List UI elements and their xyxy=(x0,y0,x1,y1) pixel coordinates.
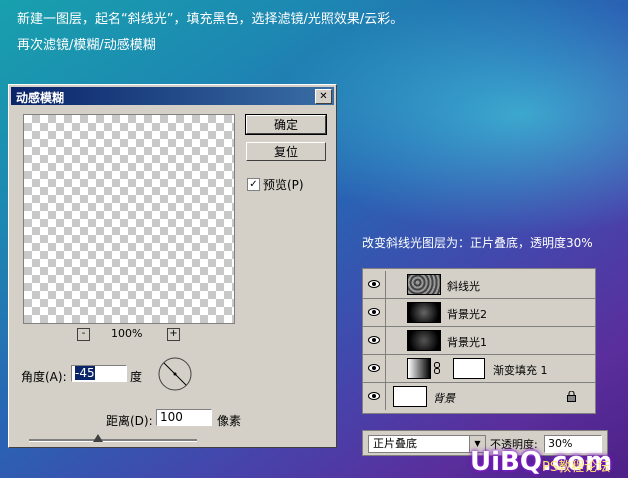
layers-panel: 斜线光 背景光2 背景光1 渐变填充 1 背景 xyxy=(362,268,596,414)
zoom-out-button[interactable]: - xyxy=(77,328,90,341)
layer-thumbnail xyxy=(407,302,441,323)
preview-canvas[interactable] xyxy=(23,114,235,324)
layer-name: 渐变填充 1 xyxy=(493,364,548,377)
eye-icon[interactable] xyxy=(368,391,380,401)
reset-button[interactable]: 复位 xyxy=(246,142,326,161)
zoom-in-button[interactable]: + xyxy=(167,328,180,341)
caption-text: 改变斜线光图层为：正片叠底，透明度30% xyxy=(362,236,593,250)
eye-icon[interactable] xyxy=(368,279,380,289)
distance-slider-track[interactable] xyxy=(29,439,197,442)
angle-input[interactable]: -45 xyxy=(71,365,127,382)
distance-input[interactable]: 100 xyxy=(156,409,212,426)
layer-name: 斜线光 xyxy=(447,280,480,293)
layer-row[interactable]: 斜线光 xyxy=(363,271,595,299)
angle-dial[interactable] xyxy=(157,356,193,392)
layer-row[interactable]: 背景光2 xyxy=(363,299,595,327)
layer-row[interactable]: 渐变填充 1 xyxy=(363,355,595,383)
distance-slider-thumb[interactable] xyxy=(93,434,103,442)
ok-button[interactable]: 确定 xyxy=(245,114,327,135)
watermark-subtitle: PS教程论坛 xyxy=(542,460,611,475)
layer-row[interactable]: 背景光1 xyxy=(363,327,595,355)
chain-icon xyxy=(434,362,440,374)
mask-thumbnail xyxy=(453,358,485,379)
angle-unit: 度 xyxy=(130,370,143,384)
blend-mode-select[interactable]: 正片叠底 ▼ xyxy=(368,435,486,453)
eye-icon[interactable] xyxy=(368,307,380,317)
instruction-line-2: 再次滤镜/模糊/动感模糊 xyxy=(17,38,156,53)
layer-row[interactable]: 背景 xyxy=(363,383,595,411)
eye-icon[interactable] xyxy=(368,363,380,373)
layer-name: 背景光1 xyxy=(447,336,487,349)
layer-thumbnail xyxy=(407,274,441,295)
dialog-title: 动感模糊 xyxy=(16,91,65,105)
close-button[interactable]: ✕ xyxy=(315,89,332,104)
dialog-titlebar[interactable]: 动感模糊 ✕ xyxy=(11,87,334,105)
motion-blur-dialog: 动感模糊 ✕ 确定 复位 ✓ 预览(P) - 100% + 角度(A): -45… xyxy=(8,84,337,448)
layer-thumbnail xyxy=(407,330,441,351)
layer-name: 背景 xyxy=(433,392,455,405)
lock-icon xyxy=(567,391,576,402)
distance-unit: 像素 xyxy=(217,414,242,428)
eye-icon[interactable] xyxy=(368,335,380,345)
zoom-level: 100% xyxy=(111,327,143,340)
distance-label: 距离(D): xyxy=(106,414,153,428)
angle-label: 角度(A): xyxy=(21,370,67,384)
preview-checkbox[interactable]: ✓ xyxy=(247,178,260,191)
gradient-thumbnail xyxy=(407,358,431,379)
layer-name: 背景光2 xyxy=(447,308,487,321)
preview-label: 预览(P) xyxy=(263,178,304,192)
layer-thumbnail xyxy=(393,386,427,407)
instruction-line-1: 新建一图层，起名“斜线光”，填充黑色，选择滤镜/光照效果/云彩。 xyxy=(17,12,404,27)
